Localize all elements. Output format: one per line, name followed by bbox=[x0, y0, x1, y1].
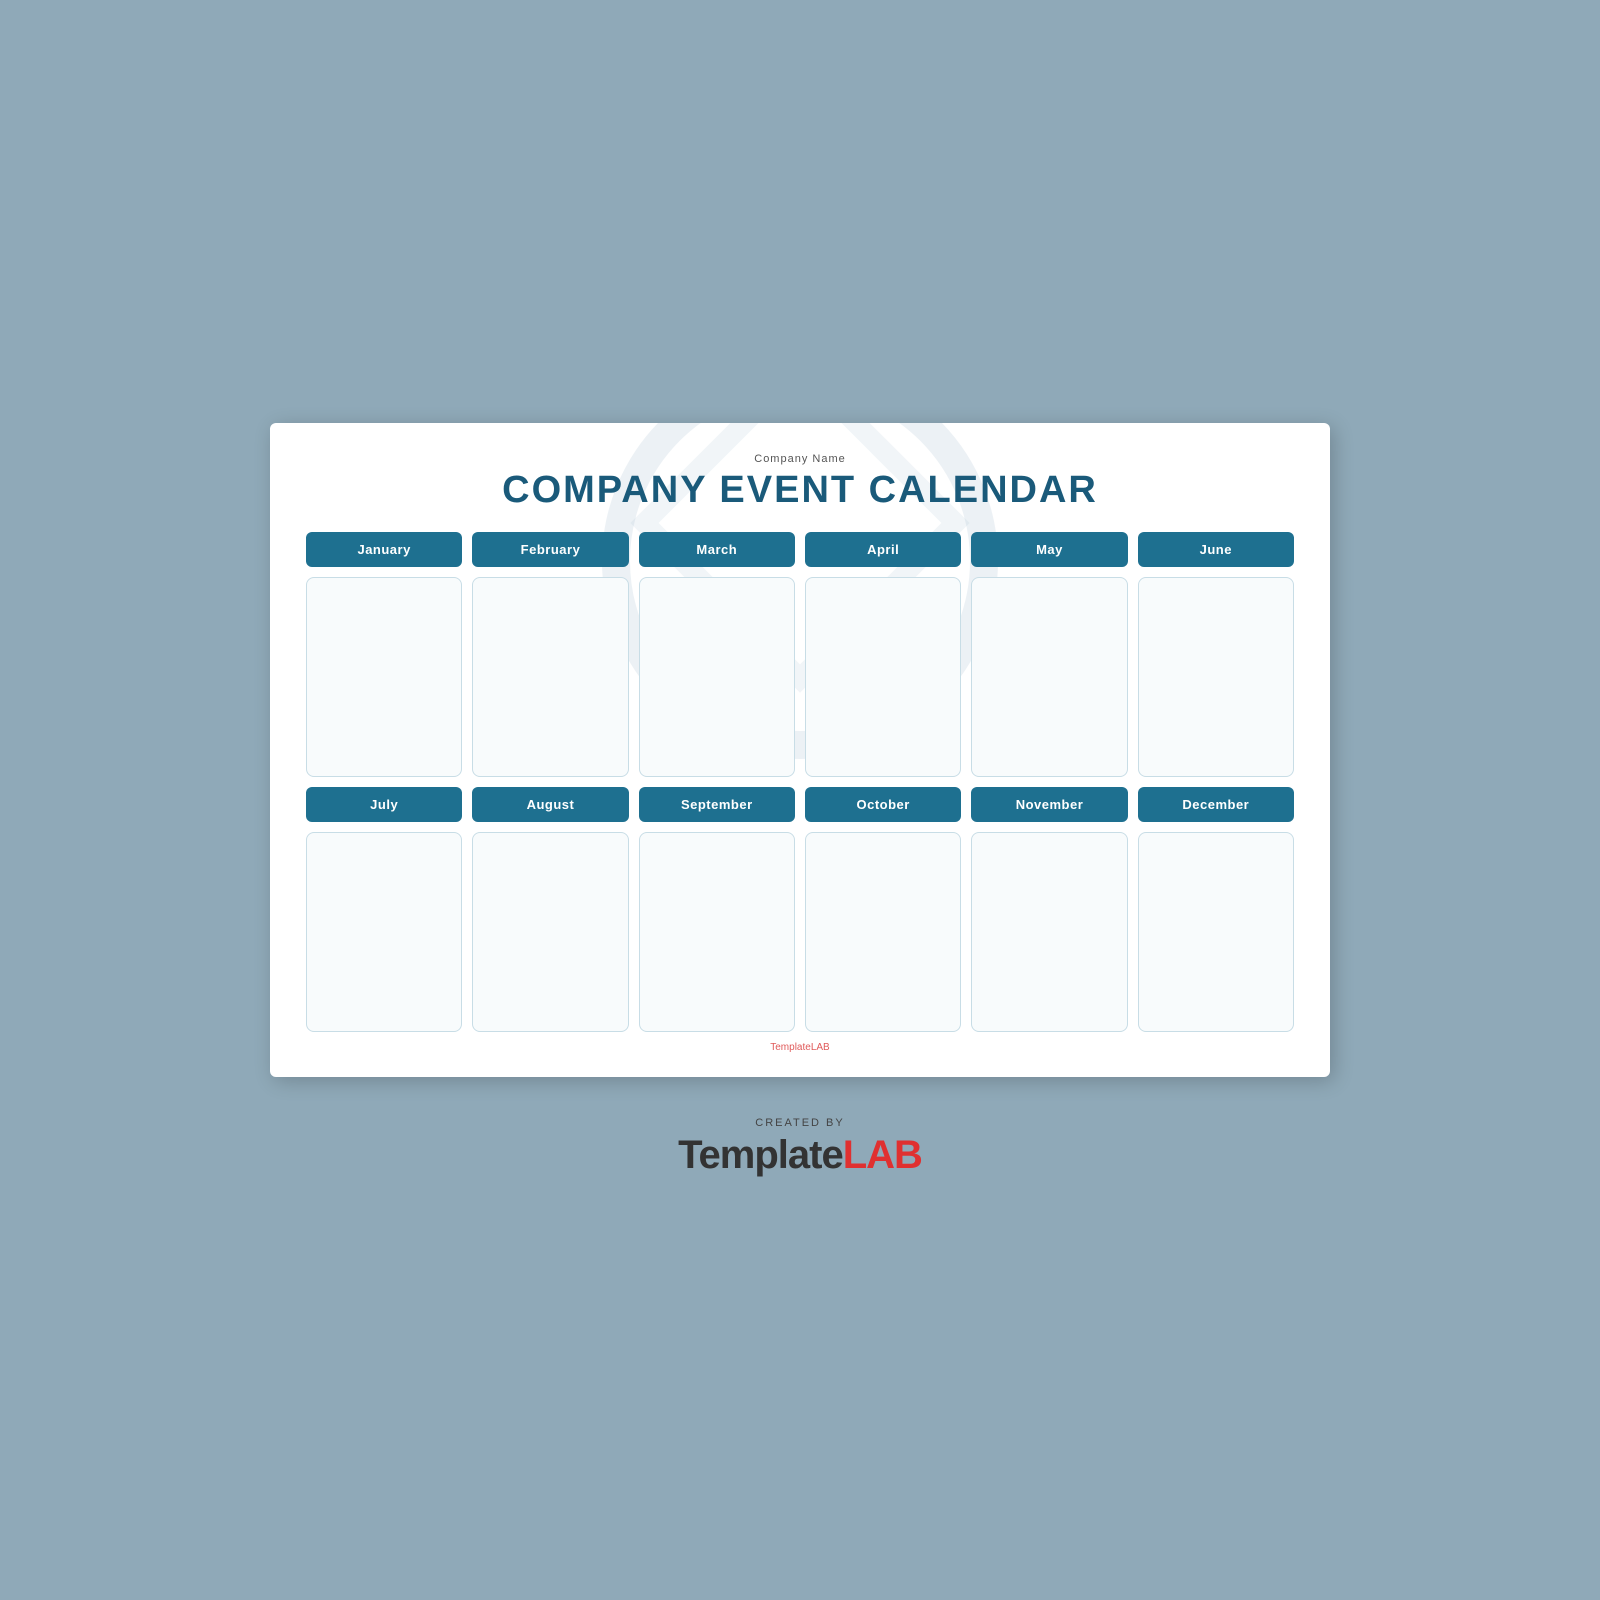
month-content-september[interactable] bbox=[639, 832, 795, 1032]
month-header-may: May bbox=[971, 532, 1127, 567]
calendar-title: COMPANY EVENT CALENDAR bbox=[306, 469, 1294, 512]
month-content-june[interactable] bbox=[1138, 577, 1294, 777]
bottom-brand: CREATED BY TemplateLAB bbox=[678, 1117, 922, 1178]
footer-brand: TemplateLAB bbox=[306, 1042, 1294, 1053]
month-header-december: December bbox=[1138, 787, 1294, 822]
month-header-january: January bbox=[306, 532, 462, 567]
month-content-may[interactable] bbox=[971, 577, 1127, 777]
month-content-april[interactable] bbox=[805, 577, 961, 777]
month-content-january[interactable] bbox=[306, 577, 462, 777]
brand-template-text: Template bbox=[678, 1133, 843, 1177]
created-by-label: CREATED BY bbox=[755, 1117, 844, 1129]
page-wrapper: Company Name COMPANY EVENT CALENDAR Janu… bbox=[0, 0, 1600, 1600]
brand-lab-text: LAB bbox=[843, 1133, 922, 1177]
month-content-february[interactable] bbox=[472, 577, 628, 777]
footer-brand-text: TemplateLAB bbox=[770, 1042, 829, 1053]
month-content-december[interactable] bbox=[1138, 832, 1294, 1032]
month-header-march: March bbox=[639, 532, 795, 567]
month-content-november[interactable] bbox=[971, 832, 1127, 1032]
month-header-november: November bbox=[971, 787, 1127, 822]
card-header: Company Name COMPANY EVENT CALENDAR bbox=[306, 453, 1294, 512]
brand-name: TemplateLAB bbox=[678, 1133, 922, 1178]
month-header-february: February bbox=[472, 532, 628, 567]
month-content-july[interactable] bbox=[306, 832, 462, 1032]
company-name-label: Company Name bbox=[306, 453, 1294, 465]
month-header-september: September bbox=[639, 787, 795, 822]
month-header-july: July bbox=[306, 787, 462, 822]
months-grid: January February March April May June Ju… bbox=[306, 532, 1294, 1032]
month-content-august[interactable] bbox=[472, 832, 628, 1032]
month-header-april: April bbox=[805, 532, 961, 567]
month-header-june: June bbox=[1138, 532, 1294, 567]
month-content-march[interactable] bbox=[639, 577, 795, 777]
calendar-card: Company Name COMPANY EVENT CALENDAR Janu… bbox=[270, 423, 1330, 1077]
month-content-october[interactable] bbox=[805, 832, 961, 1032]
month-header-august: August bbox=[472, 787, 628, 822]
month-header-october: October bbox=[805, 787, 961, 822]
